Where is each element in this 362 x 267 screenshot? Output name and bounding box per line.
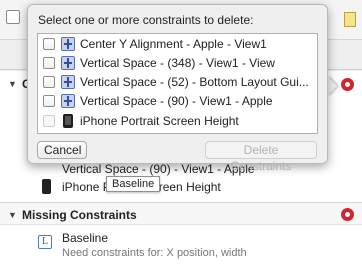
cancel-button[interactable]: Cancel xyxy=(37,141,87,159)
constraint-icon xyxy=(61,93,75,108)
missing-constraints-title: Missing Constraints xyxy=(22,208,137,222)
label-icon: L xyxy=(38,235,52,249)
constraint-icon xyxy=(61,74,75,89)
checkbox[interactable] xyxy=(43,56,55,69)
list-item-label: Vertical Space - (90) - View1 - Apple xyxy=(80,93,273,108)
list-item: iPhone Portrait Screen Height xyxy=(38,111,317,130)
issue-row-vertical-space[interactable]: Vertical Space - (90) - View1 - Apple xyxy=(62,162,255,176)
window-icon[interactable] xyxy=(6,10,20,24)
list-item-label: Vertical Space - (348) - View1 - View xyxy=(80,55,275,70)
list-item[interactable]: Center Y Alignment - Apple - View1 xyxy=(38,34,317,53)
issue-name[interactable]: Baseline xyxy=(62,231,108,245)
tooltip: Baseline xyxy=(106,176,161,192)
iphone-icon xyxy=(63,113,73,128)
popover-title: Select one or more constraints to delete… xyxy=(38,13,254,27)
popover-arrow xyxy=(327,76,337,96)
constraints-list: Center Y Alignment - Apple - View1 Verti… xyxy=(37,33,318,134)
disclosure-triangle-icon[interactable]: ▼ xyxy=(8,79,17,89)
checkbox xyxy=(43,114,55,127)
list-item[interactable]: Vertical Space - (52) - Bottom Layout Gu… xyxy=(38,72,317,91)
constraint-icon xyxy=(61,55,75,70)
error-badge-icon[interactable] xyxy=(341,208,354,221)
checkbox[interactable] xyxy=(43,75,55,88)
checkbox[interactable] xyxy=(43,37,55,50)
list-item-label: Center Y Alignment - Apple - View1 xyxy=(80,36,267,51)
file-icon[interactable] xyxy=(344,12,356,27)
error-badge-icon[interactable] xyxy=(341,78,354,91)
checkbox[interactable] xyxy=(43,94,55,107)
list-item[interactable]: Vertical Space - (348) - View1 - View xyxy=(38,53,317,72)
issue-detail: Need constraints for: X position, width xyxy=(62,247,247,259)
list-item-label: Vertical Space - (52) - Bottom Layout Gu… xyxy=(80,74,309,89)
delete-constraints-popover: Select one or more constraints to delete… xyxy=(27,4,328,173)
list-item[interactable]: Vertical Space - (90) - View1 - Apple xyxy=(38,91,317,110)
iphone-icon xyxy=(42,179,51,194)
delete-constraints-button[interactable]: Delete Constraints xyxy=(205,141,317,173)
list-item-label: iPhone Portrait Screen Height xyxy=(80,113,239,128)
constraint-icon xyxy=(61,36,75,51)
disclosure-triangle-icon[interactable]: ▼ xyxy=(8,210,17,220)
